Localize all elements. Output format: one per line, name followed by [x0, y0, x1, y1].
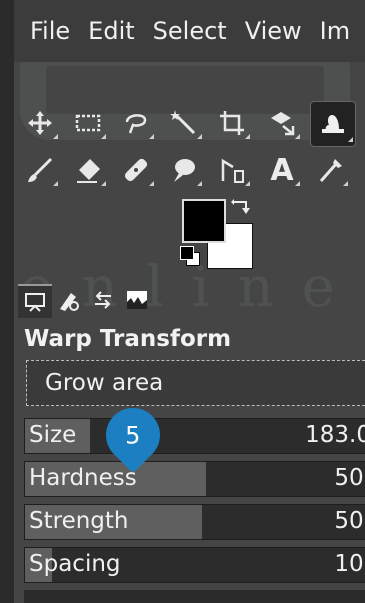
- spacing-value: 10.: [334, 551, 365, 577]
- foreground-color-swatch[interactable]: [182, 199, 226, 243]
- tab-tool-options[interactable]: [18, 284, 52, 318]
- fuzzy-select-icon: [170, 110, 196, 135]
- text-tool-button[interactable]: A: [262, 150, 302, 190]
- menu-image[interactable]: Im: [320, 17, 350, 45]
- images-icon: [127, 291, 147, 309]
- window-left-edge: [0, 0, 14, 603]
- smudge-icon: [174, 159, 195, 182]
- warp-transform-icon: [322, 115, 344, 133]
- paintbrush-tool-button[interactable]: [20, 150, 60, 190]
- eraser-tool-button[interactable]: [68, 150, 108, 190]
- smudge-tool-button[interactable]: [164, 150, 204, 190]
- menu-edit[interactable]: Edit: [88, 17, 134, 45]
- paths-tool-button[interactable]: [212, 150, 252, 190]
- menu-view[interactable]: View: [245, 17, 302, 45]
- warp-transform-tool-button[interactable]: [310, 101, 356, 147]
- strength-value: 50.: [334, 508, 365, 534]
- next-option-row: [24, 590, 365, 603]
- color-picker-icon: [319, 159, 342, 182]
- heal-icon: [124, 158, 148, 182]
- tab-device-status[interactable]: [52, 284, 86, 316]
- hardness-label: Hardness: [29, 465, 137, 491]
- crop-icon: [220, 111, 244, 135]
- free-select-tool-button[interactable]: [116, 103, 156, 143]
- menu-select[interactable]: Select: [153, 17, 227, 45]
- behavior-combo[interactable]: Grow area: [26, 360, 365, 406]
- spacing-label: Spacing: [29, 551, 121, 577]
- text-icon: A: [270, 152, 294, 188]
- unified-transform-tool-button[interactable]: [262, 103, 302, 143]
- rect-select-tool-button[interactable]: [68, 103, 108, 143]
- menu-bar: File Edit Select View Im: [14, 0, 365, 62]
- tool-options-title: Warp Transform: [24, 326, 232, 352]
- move-tool-button[interactable]: [20, 103, 60, 143]
- dock-tab-bar: [18, 284, 154, 318]
- device-status-icon: [60, 293, 79, 311]
- step-callout-number: 5: [125, 421, 141, 449]
- move-icon: [28, 111, 52, 135]
- undo-history-icon: [95, 291, 111, 309]
- hardness-value: 50.: [334, 465, 365, 491]
- size-slider[interactable]: Size 183.0: [24, 418, 365, 454]
- paintbrush-icon: [28, 157, 53, 182]
- menu-file[interactable]: File: [30, 17, 70, 45]
- color-picker-tool-button[interactable]: [310, 150, 350, 190]
- rect-select-icon: [75, 114, 101, 132]
- tab-undo-history[interactable]: [86, 284, 120, 316]
- unified-transform-icon: [271, 112, 295, 136]
- behavior-value: Grow area: [45, 370, 164, 396]
- eraser-icon: [77, 159, 100, 183]
- tool-options-icon: [25, 293, 45, 312]
- hardness-slider[interactable]: Hardness 50.: [24, 461, 365, 497]
- strength-label: Strength: [29, 508, 129, 534]
- free-select-icon: [125, 114, 147, 134]
- default-colors-icon[interactable]: [178, 244, 202, 268]
- size-label: Size: [29, 422, 77, 448]
- fuzzy-select-tool-button[interactable]: [164, 103, 204, 143]
- crop-tool-button[interactable]: [212, 103, 252, 143]
- swap-colors-icon[interactable]: [230, 196, 254, 220]
- size-value: 183.0: [305, 422, 365, 448]
- tab-images[interactable]: [120, 284, 154, 316]
- heal-tool-button[interactable]: [116, 150, 156, 190]
- paths-icon: [221, 158, 244, 183]
- spacing-slider[interactable]: Spacing 10.: [24, 547, 365, 583]
- strength-slider[interactable]: Strength 50.: [24, 504, 365, 540]
